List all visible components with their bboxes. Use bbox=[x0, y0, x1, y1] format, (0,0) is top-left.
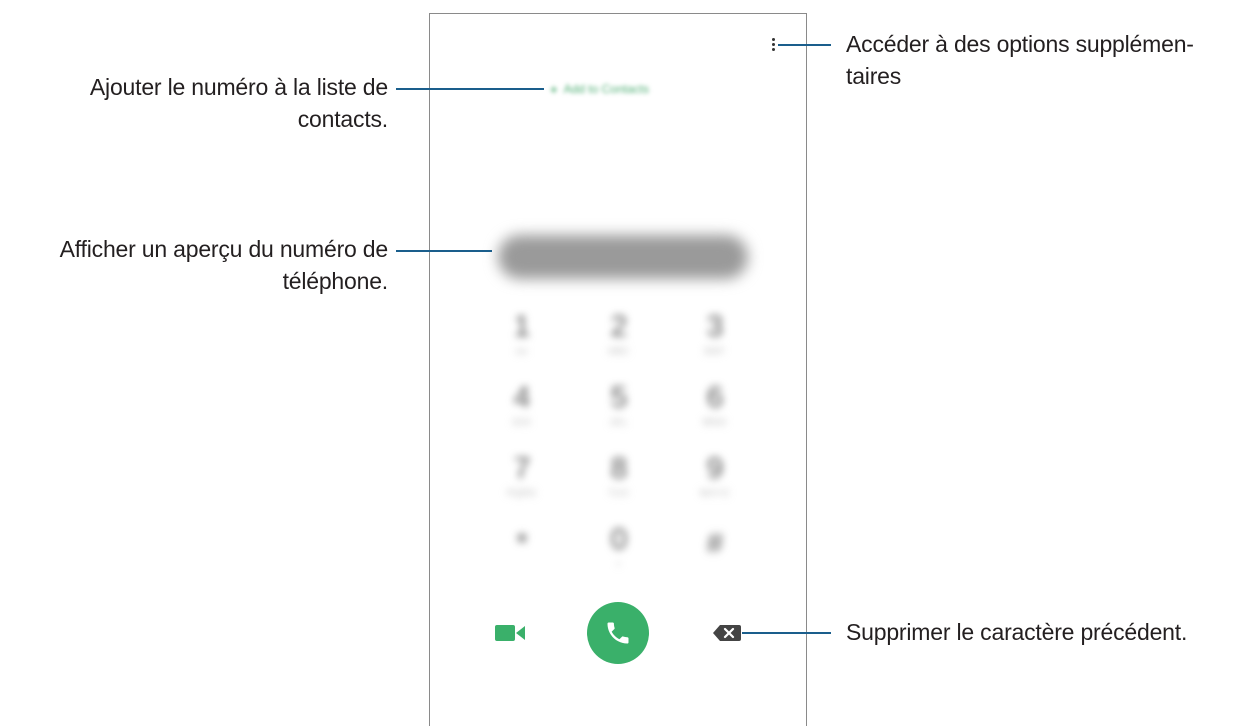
phone-icon bbox=[607, 622, 629, 644]
key-letters: GHI bbox=[512, 417, 532, 427]
keypad-key-0[interactable]: 0 + bbox=[599, 522, 639, 582]
phone-number-preview bbox=[498, 235, 748, 279]
key-digit: 8 bbox=[610, 452, 628, 485]
key-digit: 3 bbox=[706, 310, 724, 343]
key-digit: # bbox=[706, 527, 724, 560]
keypad-key-star[interactable]: * bbox=[502, 526, 542, 586]
callout-options-line1: Accéder à des options supplémen- bbox=[846, 31, 1194, 57]
key-digit: 9 bbox=[706, 452, 724, 485]
keypad-key-5[interactable]: 5 JKL bbox=[599, 380, 639, 440]
key-letters: ABC bbox=[608, 346, 630, 356]
add-to-contacts-button[interactable]: + Add to Contacts bbox=[550, 78, 700, 100]
keypad-key-9[interactable]: 9 WXYZ bbox=[695, 451, 735, 511]
key-letters: TUV bbox=[608, 488, 630, 498]
key-letters: JKL bbox=[609, 417, 629, 427]
keypad-key-hash[interactable]: # bbox=[695, 526, 735, 586]
dialer-illustration: + Add to Contacts 1 oo 2 ABC 3 DEF 4 GHI… bbox=[0, 0, 1242, 726]
key-digit: 1 bbox=[513, 310, 531, 343]
keypad-key-7[interactable]: 7 PQRS bbox=[502, 451, 542, 511]
callout-add-contact-line2: contacts. bbox=[297, 106, 388, 132]
leader-line-preview bbox=[396, 250, 492, 252]
key-digit: 0 bbox=[610, 523, 628, 556]
keypad-key-2[interactable]: 2 ABC bbox=[599, 309, 639, 369]
key-letters: + bbox=[615, 559, 623, 569]
key-digit: 5 bbox=[610, 381, 628, 414]
callout-delete: Supprimer le caractère précédent. bbox=[846, 616, 1238, 648]
key-digit: * bbox=[516, 527, 528, 560]
key-letters: oo bbox=[515, 346, 528, 356]
callout-preview: Afficher un aperçu du numéro de téléphon… bbox=[0, 233, 389, 297]
video-call-icon[interactable] bbox=[495, 623, 527, 643]
callout-preview-line2: téléphone. bbox=[282, 268, 389, 294]
callout-options: Accéder à des options supplémen- taires bbox=[846, 28, 1236, 92]
key-letters: MNO bbox=[703, 417, 727, 427]
key-digit: 4 bbox=[513, 381, 531, 414]
keypad-key-6[interactable]: 6 MNO bbox=[695, 380, 735, 440]
call-button[interactable] bbox=[587, 602, 649, 664]
callout-preview-line1: Afficher un aperçu du numéro de bbox=[59, 236, 389, 262]
key-digit: 6 bbox=[706, 381, 724, 414]
key-letters: DEF bbox=[704, 346, 726, 356]
keypad-key-8[interactable]: 8 TUV bbox=[599, 451, 639, 511]
more-options-icon[interactable] bbox=[771, 38, 777, 54]
key-letters: WXYZ bbox=[700, 488, 730, 498]
add-to-contacts-label: Add to Contacts bbox=[563, 82, 649, 96]
key-digit: 7 bbox=[513, 452, 531, 485]
keypad-key-3[interactable]: 3 DEF bbox=[695, 309, 735, 369]
key-digit: 2 bbox=[610, 310, 628, 343]
leader-line-options bbox=[778, 44, 831, 46]
leader-line-add-contact bbox=[396, 88, 544, 90]
phone-screen: + Add to Contacts 1 oo 2 ABC 3 DEF 4 GHI… bbox=[429, 13, 807, 726]
callout-delete-text: Supprimer le caractère précédent. bbox=[846, 619, 1188, 645]
callout-options-line2: taires bbox=[846, 63, 902, 89]
backspace-icon[interactable] bbox=[712, 624, 742, 642]
key-letters: PQRS bbox=[507, 488, 537, 498]
plus-icon: + bbox=[550, 81, 558, 97]
keypad-key-1[interactable]: 1 oo bbox=[502, 309, 542, 369]
leader-line-delete bbox=[742, 632, 831, 634]
keypad-key-4[interactable]: 4 GHI bbox=[502, 380, 542, 440]
callout-add-contact-line1: Ajouter le numéro à la liste de bbox=[89, 74, 388, 100]
callout-add-contact: Ajouter le numéro à la liste de contacts… bbox=[40, 71, 388, 135]
